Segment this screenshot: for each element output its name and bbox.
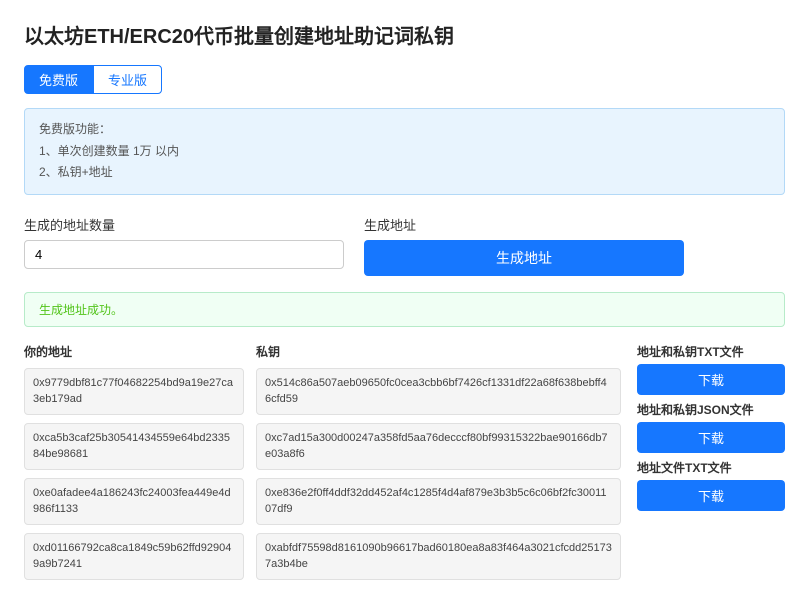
download-label-1: 地址和私钥JSON文件 <box>637 401 785 418</box>
form-section: 生成的地址数量 生成地址 生成地址 <box>24 215 785 276</box>
generate-label: 生成地址 <box>364 215 684 234</box>
download-label-0: 地址和私钥TXT文件 <box>637 343 785 360</box>
table-row: 0xe0afadee4a186243fc24003fea449e4d986f11… <box>24 478 621 525</box>
col-address-header: 你的地址 <box>24 343 244 360</box>
address-count-input[interactable] <box>24 240 344 269</box>
download-btn-0[interactable]: 下载 <box>637 364 785 395</box>
table-row: 0xd01166792ca8ca1849c59b62ffd929049a9b72… <box>24 533 621 580</box>
key-cell-3: 0xabfdf75598d8161090b96617bad60180ea8a83… <box>256 533 621 580</box>
main-container: 以太坊ETH/ERC20代币批量创建地址助记词私钥 免费版 专业版 免费版功能：… <box>0 0 809 608</box>
generate-section: 生成地址 生成地址 <box>364 215 684 276</box>
info-line-1: 1、单次创建数量 1万 以内 <box>39 141 770 163</box>
table-header: 你的地址 私钥 <box>24 343 621 360</box>
info-box: 免费版功能： 1、单次创建数量 1万 以内 2、私钥+地址 <box>24 108 785 195</box>
key-cell-1: 0xc7ad15a300d00247a358fd5aa76decccf80bf9… <box>256 423 621 470</box>
success-bar: 生成地址成功。 <box>24 292 785 327</box>
address-cell-1: 0xca5b3caf25b30541434559e64bd233584be986… <box>24 423 244 470</box>
key-cell-2: 0xe836e2f0ff4ddf32dd452af4c1285f4d4af879… <box>256 478 621 525</box>
address-count-label: 生成的地址数量 <box>24 215 344 234</box>
download-panel: 地址和私钥TXT文件 下载 地址和私钥JSON文件 下载 地址文件TXT文件 下… <box>637 343 785 588</box>
table-row: 0xca5b3caf25b30541434559e64bd233584be986… <box>24 423 621 470</box>
address-cell-0: 0x9779dbf81c77f04682254bd9a19e27ca3eb179… <box>24 368 244 415</box>
tab-pro[interactable]: 专业版 <box>93 65 162 94</box>
download-group-1: 地址和私钥JSON文件 下载 <box>637 401 785 453</box>
success-msg: 生成地址成功。 <box>39 303 123 317</box>
address-cell-2: 0xe0afadee4a186243fc24003fea449e4d986f11… <box>24 478 244 525</box>
table-row: 0x9779dbf81c77f04682254bd9a19e27ca3eb179… <box>24 368 621 415</box>
address-count-group: 生成的地址数量 <box>24 215 344 269</box>
col-key-header: 私钥 <box>256 343 621 360</box>
generate-btn[interactable]: 生成地址 <box>364 240 684 276</box>
download-label-2: 地址文件TXT文件 <box>637 459 785 476</box>
page-title: 以太坊ETH/ERC20代币批量创建地址助记词私钥 <box>24 20 785 49</box>
info-title: 免费版功能： <box>39 119 770 141</box>
info-line-2: 2、私钥+地址 <box>39 162 770 184</box>
download-group-0: 地址和私钥TXT文件 下载 <box>637 343 785 395</box>
download-group-2: 地址文件TXT文件 下载 <box>637 459 785 511</box>
download-btn-1[interactable]: 下载 <box>637 422 785 453</box>
download-btn-2[interactable]: 下载 <box>637 480 785 511</box>
key-cell-0: 0x514c86a507aeb09650fc0cea3cbb6bf7426cf1… <box>256 368 621 415</box>
tab-free[interactable]: 免费版 <box>24 65 93 94</box>
tabs: 免费版 专业版 <box>24 65 785 94</box>
result-table: 你的地址 私钥 0x9779dbf81c77f04682254bd9a19e27… <box>24 343 621 588</box>
address-cell-3: 0xd01166792ca8ca1849c59b62ffd929049a9b72… <box>24 533 244 580</box>
result-section: 你的地址 私钥 0x9779dbf81c77f04682254bd9a19e27… <box>24 343 785 588</box>
